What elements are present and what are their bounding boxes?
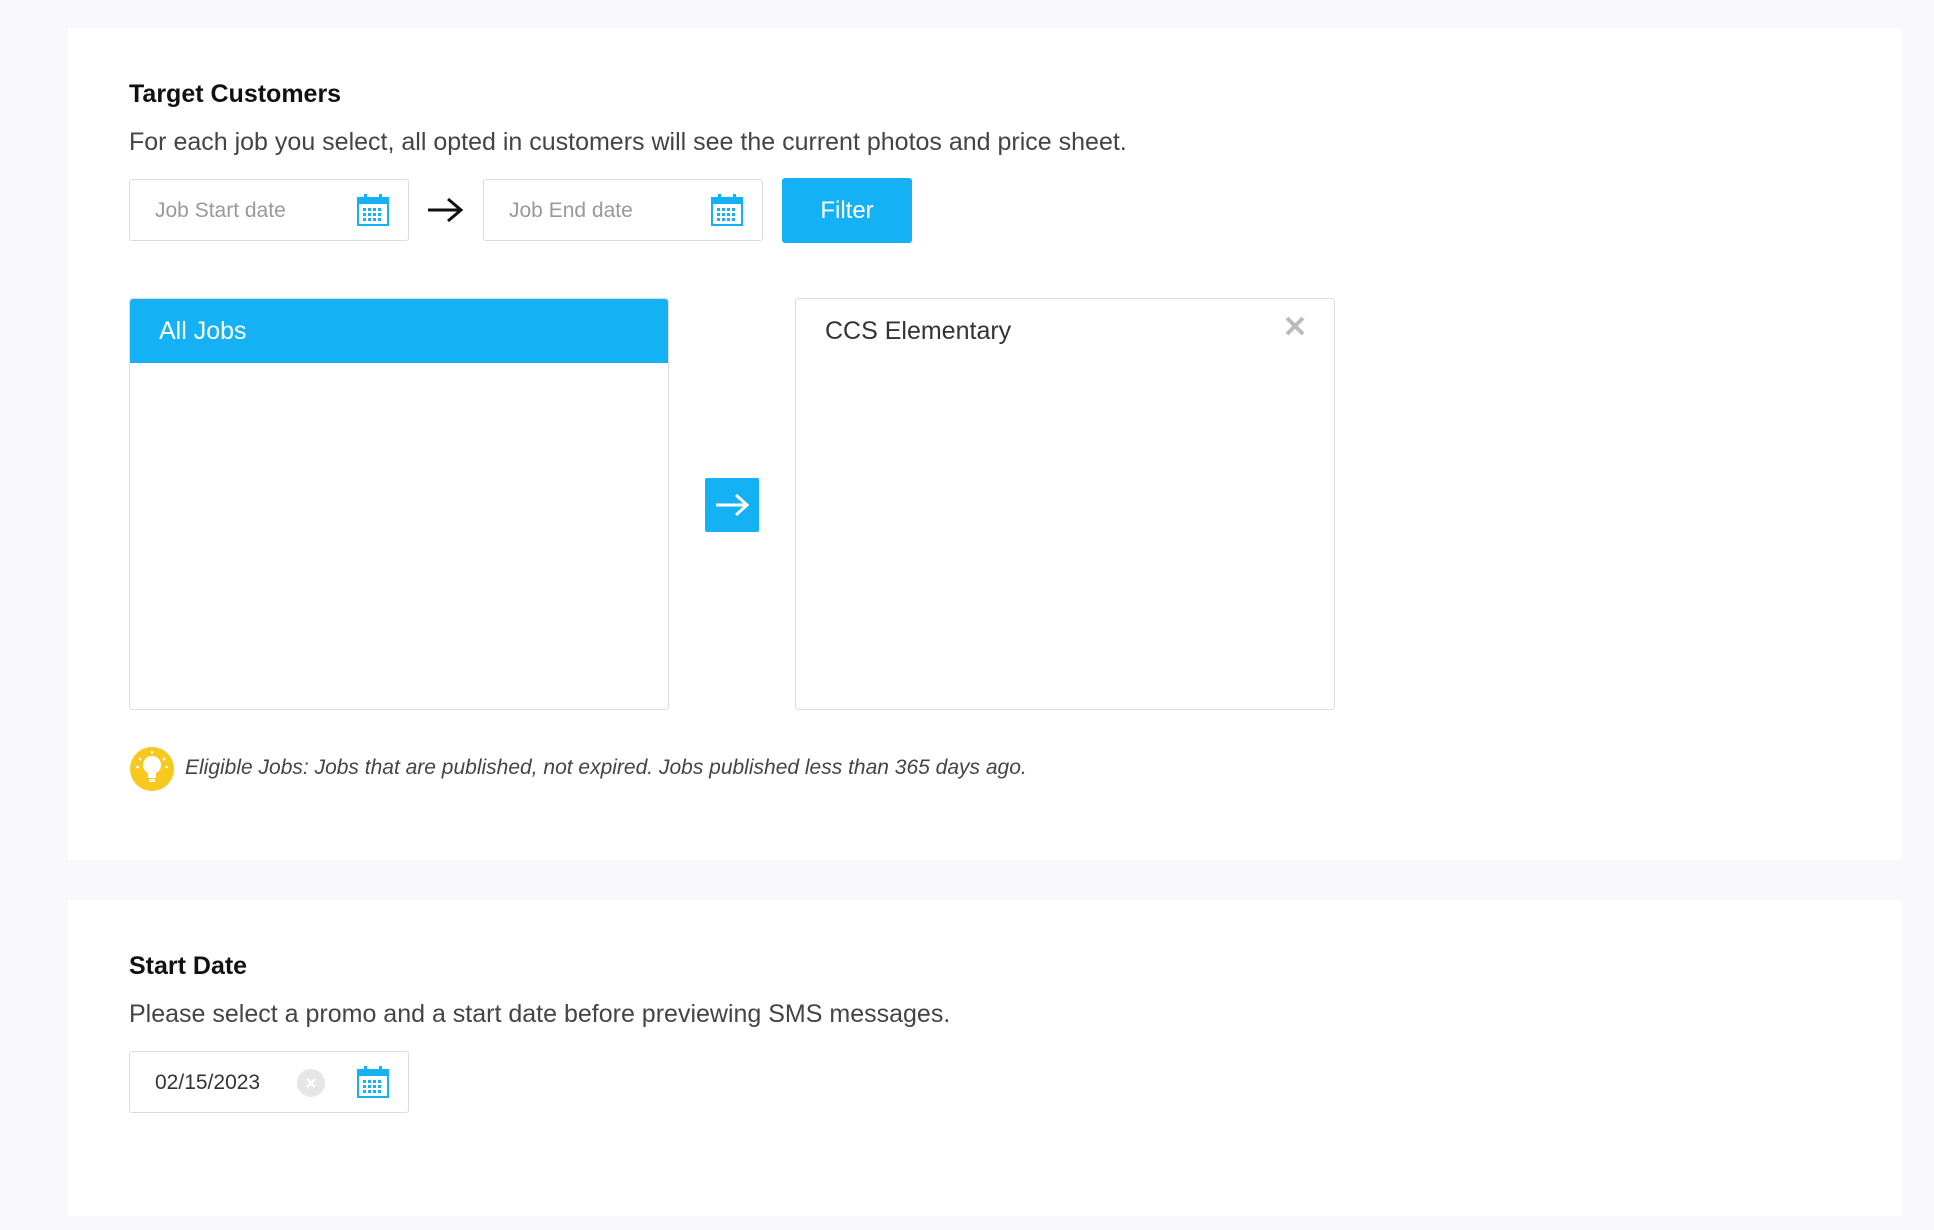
start-date-value: 02/15/2023 [155,1071,261,1094]
calendar-icon[interactable] [356,1065,390,1099]
all-jobs-list[interactable]: All Jobs [129,298,669,710]
start-date-card: Start Date Please select a promo and a s… [68,900,1902,1216]
start-date-title: Start Date [129,952,248,980]
target-customers-title: Target Customers [129,80,342,108]
selected-job-item[interactable]: CCS Elementary [825,317,1011,346]
job-start-date-field[interactable]: Job Start date [129,179,409,241]
close-icon[interactable] [1284,315,1306,337]
job-end-date-field[interactable]: Job End date [483,179,763,241]
job-end-date-placeholder: Job End date [509,199,633,222]
hint-text: Eligible Jobs: Jobs that are published, … [185,756,1027,779]
calendar-icon[interactable] [356,193,390,227]
calendar-icon[interactable] [710,193,744,227]
job-start-date-placeholder: Job Start date [155,199,286,222]
move-to-selected-button[interactable] [705,478,759,532]
arrow-right-icon [716,493,750,517]
start-date-field[interactable]: 02/15/2023 [129,1051,409,1113]
filter-button[interactable]: Filter [782,178,912,243]
selected-jobs-list[interactable]: CCS Elementary [795,298,1335,710]
clear-icon[interactable] [297,1069,325,1097]
arrow-right-icon [428,197,464,223]
start-date-description: Please select a promo and a start date b… [129,1000,951,1028]
target-customers-description: For each job you select, all opted in cu… [129,128,1127,156]
target-customers-card: Target Customers For each job you select… [68,28,1902,860]
lightbulb-icon [130,747,174,791]
all-jobs-header: All Jobs [130,299,668,363]
